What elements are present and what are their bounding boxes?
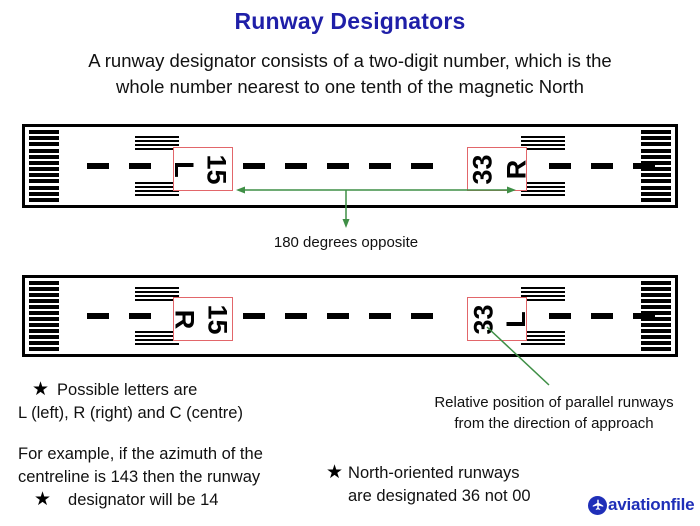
designator-number: 15 — [201, 153, 232, 185]
star-bullet-icon: ★ — [326, 462, 344, 483]
threshold-markings-left — [29, 130, 59, 202]
note-line-2: centreline is 143 then the runway — [18, 468, 261, 486]
centerline-dash — [243, 163, 265, 169]
designator-letter: R — [500, 159, 531, 179]
runway-diagram-bottom: R 15 33 L — [22, 275, 678, 357]
centerline-dash — [327, 313, 349, 319]
subtitle-line-2: whole number nearest to one tenth of the… — [116, 76, 584, 97]
centerline-dash — [87, 313, 109, 319]
note-line-1: Possible letters are — [57, 381, 198, 399]
opposite-direction-caption: 180 degrees opposite — [273, 234, 419, 251]
designator-letter: L — [501, 310, 532, 328]
designator-number: 15 — [202, 303, 233, 335]
opposite-direction-arrow — [236, 186, 516, 228]
touchdown-zone-right-lower — [521, 182, 565, 196]
parallel-runway-caption: Relative position of parallel runways fr… — [408, 392, 700, 434]
star-bullet-icon: ★ — [34, 489, 52, 510]
brand-name: aviationfile — [608, 495, 695, 514]
centerline-dash — [129, 163, 151, 169]
note-line-1: North-oriented runways — [348, 464, 520, 482]
touchdown-zone-right-upper — [521, 136, 565, 150]
centerline-dash — [369, 313, 391, 319]
parallel-caption-line-1: Relative position of parallel runways — [434, 394, 674, 411]
centerline-dash — [549, 163, 571, 169]
centerline-dash — [87, 163, 109, 169]
note-line-3: designator will be 14 — [68, 491, 219, 509]
page-subtitle: A runway designator consists of a two-di… — [18, 48, 682, 100]
centerline-dash — [129, 313, 151, 319]
parallel-runway-leader-line — [486, 326, 550, 386]
note-north-oriented: ★ North-oriented runways are designated … — [326, 462, 586, 508]
centerline-dash — [285, 313, 307, 319]
parallel-caption-line-2: from the direction of approach — [454, 415, 654, 432]
note-possible-letters: ★ Possible letters are L (left), R (righ… — [18, 379, 318, 425]
note-line-2: L (left), R (right) and C (centre) — [18, 404, 243, 422]
star-bullet-icon: ★ — [32, 379, 50, 400]
centerline-dash — [549, 313, 571, 319]
threshold-markings-left — [29, 281, 59, 351]
centerline-dash — [243, 313, 265, 319]
subtitle-line-1: A runway designator consists of a two-di… — [88, 50, 612, 71]
airplane-icon — [588, 495, 607, 515]
runway-designator-15L[interactable]: L 15 — [168, 147, 233, 191]
centerline-dash — [591, 313, 613, 319]
page-title: Runway Designators — [234, 8, 466, 34]
centerline-dash — [411, 163, 433, 169]
aviationfile-logo[interactable]: aviationfile — [588, 495, 695, 515]
centerline-dash — [591, 163, 613, 169]
designator-letter: R — [169, 309, 200, 329]
centerline-dash — [633, 313, 655, 319]
centerline-dash — [411, 313, 433, 319]
designator-number: 33 — [467, 153, 498, 185]
note-azimuth-example: For example, if the azimuth of the centr… — [18, 443, 328, 512]
centerline-dash — [285, 163, 307, 169]
centerline-dash — [369, 163, 391, 169]
note-line-2: are designated 36 not 00 — [348, 487, 531, 505]
designator-letter: L — [168, 160, 199, 178]
centerline-dash — [327, 163, 349, 169]
runway-designator-15R[interactable]: R 15 — [169, 297, 233, 341]
note-line-1: For example, if the azimuth of the — [18, 445, 263, 463]
centerline-dash — [633, 163, 655, 169]
touchdown-zone-right-upper — [521, 287, 565, 301]
